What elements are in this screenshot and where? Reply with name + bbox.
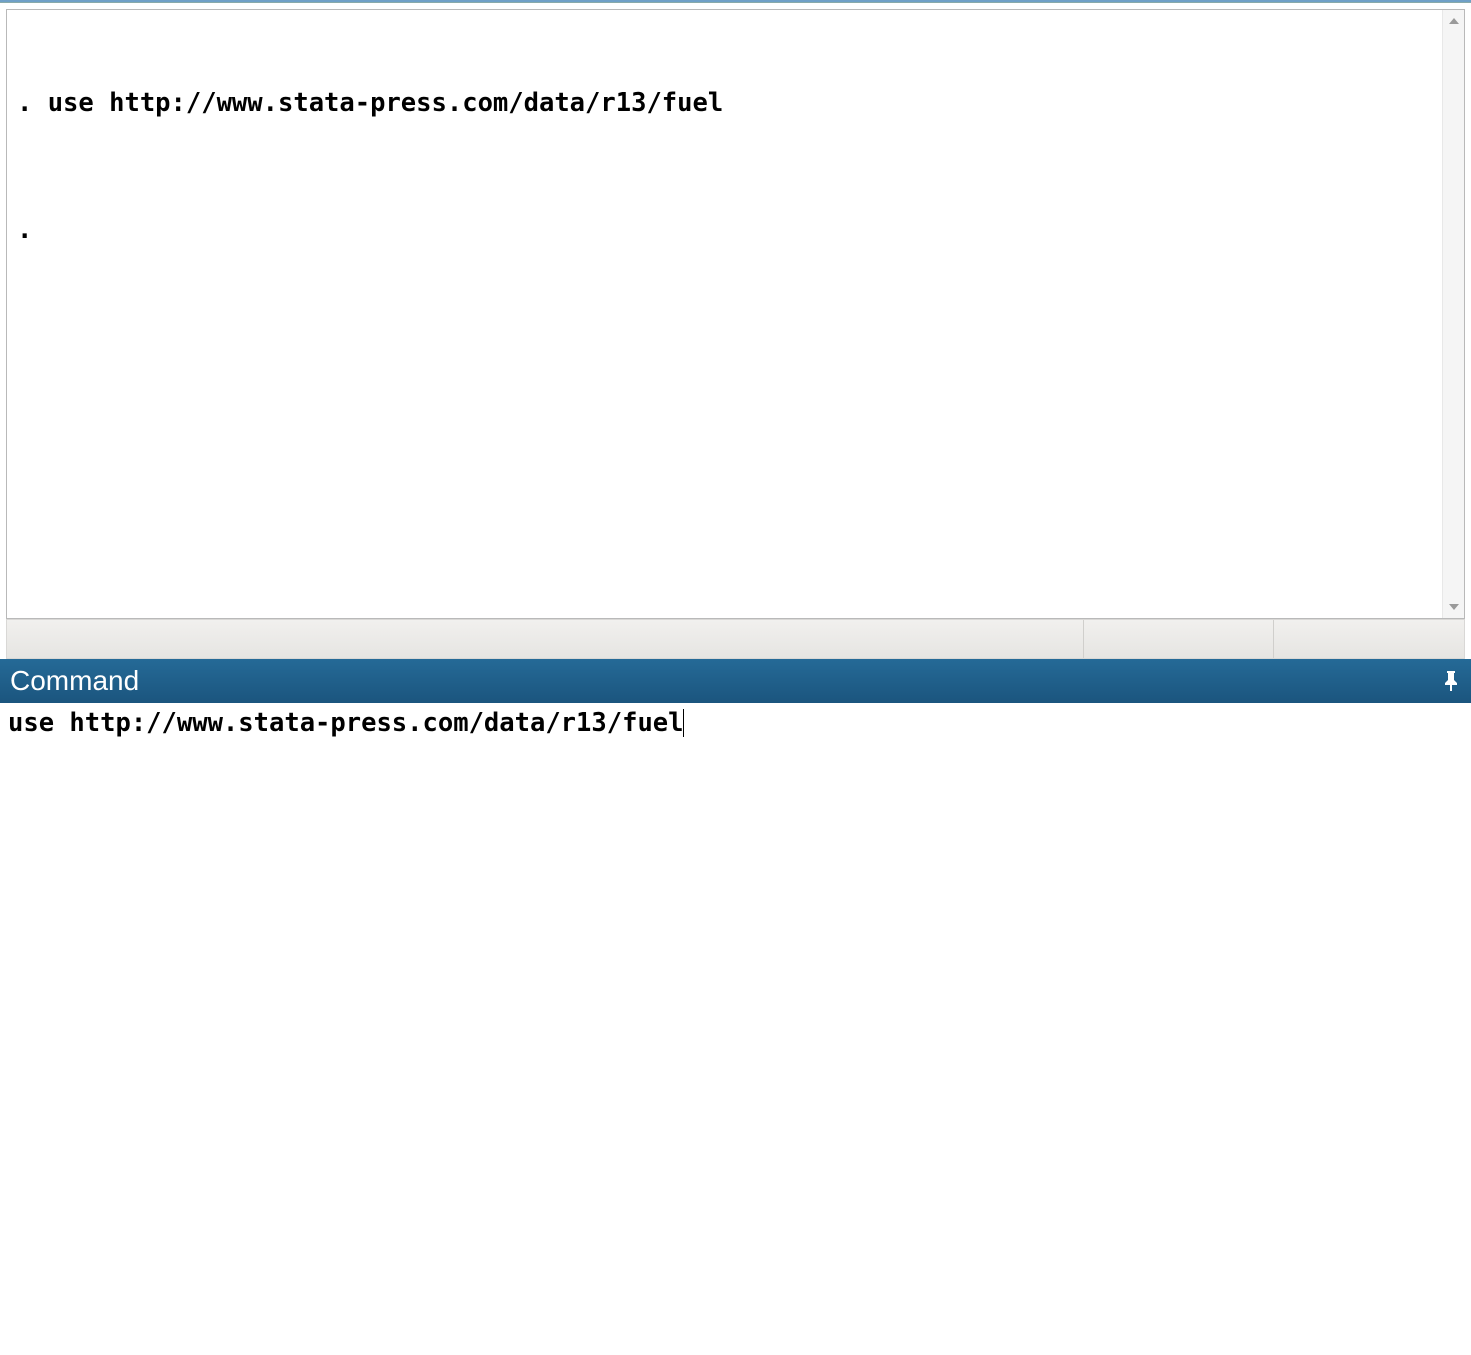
command-input-text: use http://www.stata-press.com/data/r13/… <box>8 708 684 738</box>
scroll-down-icon[interactable] <box>1443 596 1464 618</box>
scroll-up-icon[interactable] <box>1443 10 1464 32</box>
results-scrollbar[interactable] <box>1442 10 1464 618</box>
results-output[interactable]: . use http://www.stata-press.com/data/r1… <box>7 10 1442 618</box>
status-cell <box>7 620 1084 658</box>
results-line: . <box>17 215 1432 247</box>
status-cell <box>1274 620 1464 658</box>
command-panel-header: Command <box>0 659 1471 703</box>
text-cursor <box>683 709 685 737</box>
command-input[interactable]: use http://www.stata-press.com/data/r13/… <box>0 703 1471 1355</box>
results-panel: . use http://www.stata-press.com/data/r1… <box>6 9 1465 619</box>
command-panel-title: Command <box>10 665 139 697</box>
window-top-border <box>0 0 1471 3</box>
status-bar <box>6 619 1465 659</box>
pin-icon[interactable] <box>1441 669 1461 693</box>
results-line: . use http://www.stata-press.com/data/r1… <box>17 88 1432 120</box>
status-cell <box>1084 620 1274 658</box>
scrollbar-track[interactable] <box>1443 32 1464 596</box>
